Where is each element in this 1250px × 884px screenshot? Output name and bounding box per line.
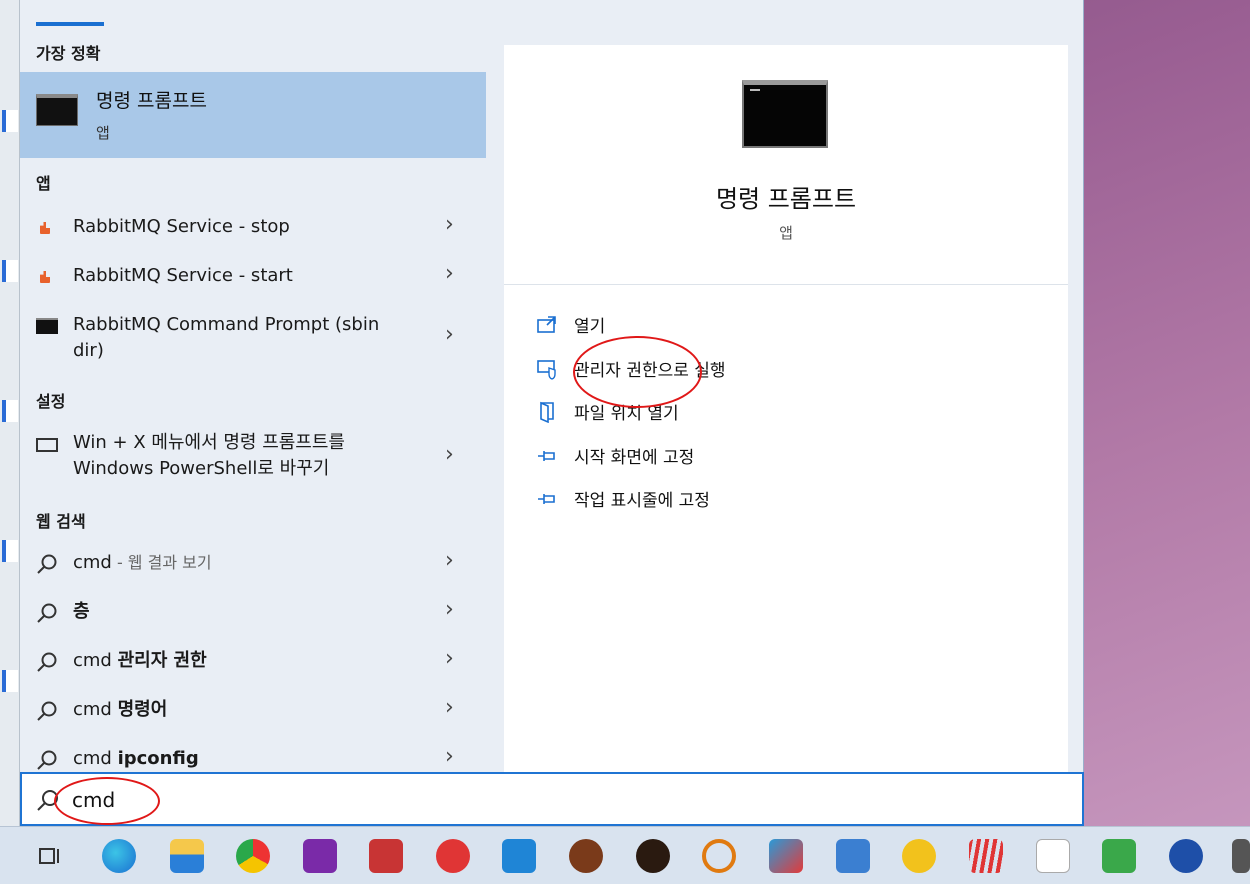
rabbitmq-icon — [40, 271, 50, 283]
search-icon — [37, 603, 57, 623]
chevron-right-icon[interactable]: › — [445, 548, 454, 573]
search-icon — [37, 750, 57, 770]
app-item-rabbitmq-cmd[interactable]: RabbitMQ Command Prompt (sbin dir) › — [20, 302, 486, 372]
best-match-title: 명령 프롬프트 — [96, 90, 207, 112]
web-result-label: cmd 관리자 권한 — [73, 648, 207, 674]
action-label: 열기 — [574, 317, 606, 337]
app-spark-icon[interactable] — [569, 839, 603, 873]
action-label: 시작 화면에 고정 — [574, 448, 695, 468]
action-label: 관리자 권한으로 실행 — [574, 361, 726, 381]
web-result-item[interactable]: cmd - 웹 결과 보기 › — [20, 540, 486, 588]
desktop-icons-strip — [0, 0, 20, 826]
web-result-item[interactable]: cmd 관리자 권한 › — [20, 638, 486, 686]
settings-item-label: Win + X 메뉴에서 명령 프롬프트를 Windows PowerShell… — [73, 432, 345, 479]
app-item-rabbitmq-stop[interactable]: RabbitMQ Service - stop › — [20, 204, 486, 252]
app-stripes-icon[interactable] — [969, 839, 1003, 873]
search-icon — [37, 554, 57, 574]
word-icon[interactable] — [1169, 839, 1203, 873]
query-text: cmd — [73, 552, 112, 573]
results-pane: 가장 정확 명령 프롬프트 앱 앱 RabbitMQ Service - sto… — [20, 0, 486, 772]
detail-pane: 명령 프롬프트 앱 열기 관리자 권한으로 실행 파일 위치 열기 시작 화면에… — [504, 45, 1068, 772]
chevron-right-icon[interactable]: › — [445, 322, 454, 347]
chevron-right-icon[interactable]: › — [445, 744, 454, 769]
best-match-header: 가장 정확 — [36, 44, 101, 63]
settings-header: 설정 — [36, 392, 66, 411]
desktop-file-icon[interactable] — [2, 540, 18, 562]
desktop-file-icon[interactable] — [2, 110, 18, 132]
web-result-label: cmd ipconfig — [73, 746, 199, 772]
web-result-item[interactable]: 층 › — [20, 589, 486, 637]
file-explorer-icon[interactable] — [170, 839, 204, 873]
query-suggestion: ipconfig — [117, 748, 199, 769]
document-icon[interactable] — [1036, 839, 1070, 873]
best-match-item[interactable]: 명령 프롬프트 앱 — [20, 72, 486, 158]
desktop-file-icon[interactable] — [2, 260, 18, 282]
web-result-label: cmd - 웹 결과 보기 — [73, 550, 212, 576]
action-label: 파일 위치 열기 — [574, 404, 679, 424]
onenote-icon[interactable] — [303, 839, 337, 873]
chrome-icon[interactable] — [236, 839, 270, 873]
taskbar — [0, 826, 1250, 884]
query-hint: - 웹 결과 보기 — [111, 553, 212, 572]
best-match-subtitle: 앱 — [96, 124, 110, 142]
web-result-label: cmd 명령어 — [73, 697, 167, 723]
app-item-rabbitmq-start[interactable]: RabbitMQ Service - start › — [20, 253, 486, 301]
web-search-header: 웹 검색 — [36, 512, 86, 531]
command-prompt-icon — [36, 318, 58, 334]
query-text: cmd — [73, 748, 118, 769]
command-prompt-icon — [36, 94, 78, 126]
app-last-icon[interactable] — [1232, 839, 1250, 873]
settings-item-powershell[interactable]: Win + X 메뉴에서 명령 프롬프트를 Windows PowerShell… — [20, 420, 486, 492]
chevron-right-icon[interactable]: › — [445, 442, 454, 467]
search-icon — [37, 790, 58, 811]
web-result-item[interactable]: cmd ipconfig › — [20, 736, 486, 772]
tab-indicator — [36, 22, 104, 26]
detail-title: 명령 프롬프트 — [715, 185, 857, 213]
search-icon — [37, 701, 57, 721]
chevron-right-icon[interactable]: › — [445, 597, 454, 622]
query-suggestion: 관리자 권한 — [117, 650, 207, 671]
chevron-right-icon[interactable]: › — [445, 695, 454, 720]
hangul-icon[interactable] — [836, 839, 870, 873]
task-view-icon[interactable] — [32, 839, 66, 873]
search-icon — [37, 652, 57, 672]
query-text: cmd — [73, 650, 118, 671]
app-red-icon[interactable] — [369, 839, 403, 873]
edge-icon[interactable] — [102, 839, 136, 873]
search-bar[interactable] — [20, 772, 1084, 826]
app-item-label: RabbitMQ Service - start — [73, 265, 293, 286]
wave-icon[interactable] — [902, 839, 936, 873]
notepad-icon[interactable] — [1102, 839, 1136, 873]
vscode-icon[interactable] — [502, 839, 536, 873]
app-item-label: RabbitMQ Command Prompt (sbin dir) — [73, 314, 380, 361]
detail-subtitle: 앱 — [779, 224, 793, 242]
pin-icon — [538, 451, 555, 461]
query-text: cmd — [73, 699, 118, 720]
shield-icon — [537, 360, 556, 380]
monitor-icon — [36, 438, 58, 452]
command-prompt-icon — [742, 80, 828, 148]
web-result-item[interactable]: cmd 명령어 › — [20, 687, 486, 735]
start-search-panel: 가장 정확 명령 프롬프트 앱 앱 RabbitMQ Service - sto… — [20, 0, 1084, 826]
apps-header: 앱 — [36, 174, 51, 193]
pin-icon — [538, 494, 555, 504]
desktop-file-icon[interactable] — [2, 670, 18, 692]
chevron-right-icon[interactable]: › — [445, 646, 454, 671]
app-item-label: RabbitMQ Service - stop — [73, 216, 290, 237]
web-result-label: 층 — [73, 601, 90, 622]
action-label: 작업 표시줄에 고정 — [574, 491, 710, 511]
app-dark-icon[interactable] — [636, 839, 670, 873]
open-icon — [537, 316, 556, 333]
app-red2-icon[interactable] — [436, 839, 470, 873]
folder-icon — [540, 401, 554, 423]
detail-header: 명령 프롬프트 앱 — [504, 45, 1068, 285]
app-bird-icon[interactable] — [769, 839, 803, 873]
chevron-right-icon[interactable]: › — [445, 212, 454, 237]
query-suggestion: 명령어 — [117, 699, 168, 720]
rabbitmq-icon — [40, 222, 50, 234]
chevron-right-icon[interactable]: › — [445, 261, 454, 286]
search-magnifier-icon[interactable] — [702, 839, 736, 873]
desktop-file-icon[interactable] — [2, 400, 18, 422]
search-input[interactable] — [72, 782, 472, 818]
